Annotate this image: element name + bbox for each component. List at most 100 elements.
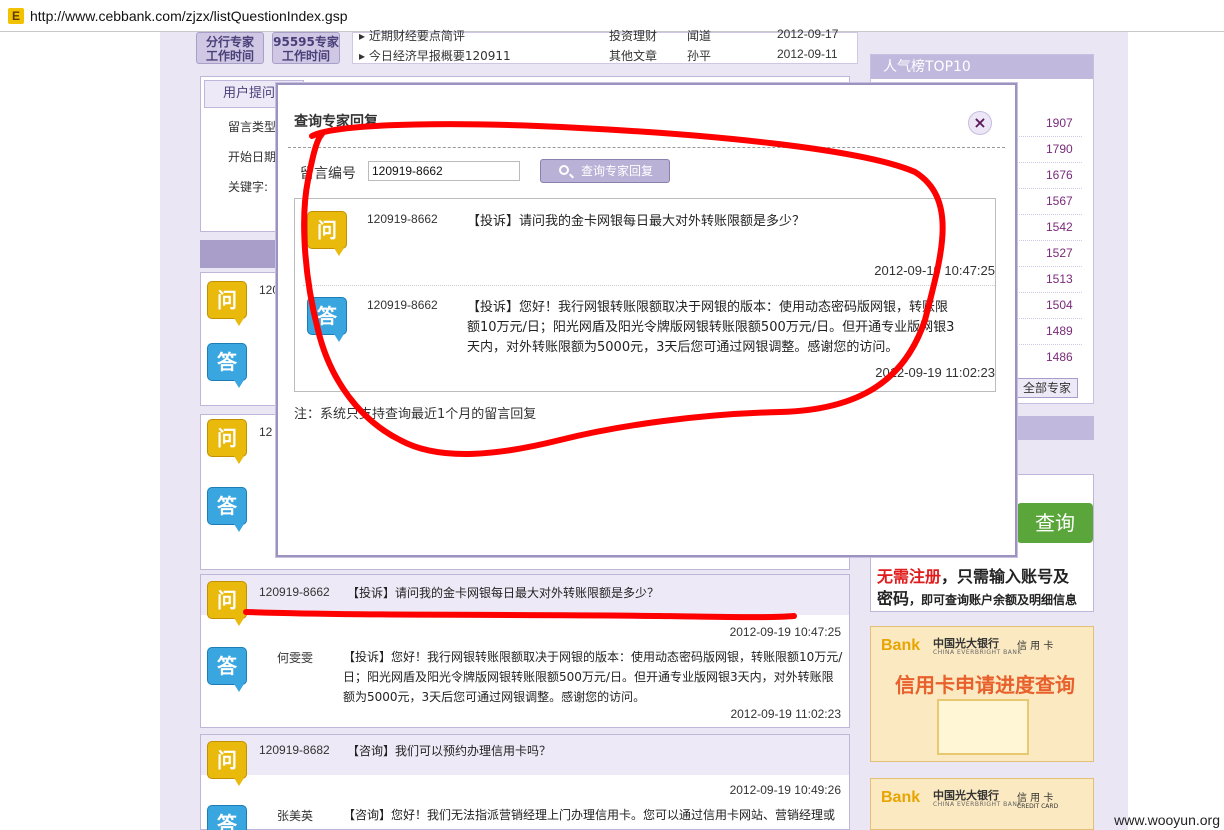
message-no-input[interactable]	[368, 161, 520, 181]
question-id: 120919-8682	[259, 743, 330, 757]
question-text[interactable]: 【咨询】我们可以预约办理信用卡吗？	[347, 742, 551, 759]
branch-expert-hours-label: 分行专家 工作时间	[205, 35, 254, 63]
bank-name-en: CHINA EVERBRIGHT BANK	[933, 801, 1022, 808]
top10-separator	[1016, 266, 1082, 267]
top10-value: 1790	[1046, 142, 1073, 156]
modal-note: 注：系统只支持查询最近1个月的留言回复	[294, 407, 537, 422]
screen-illustration	[937, 699, 1029, 755]
news-item-1[interactable]: ▸ 近期财经要点简评	[359, 27, 465, 44]
question-icon: 问	[207, 419, 247, 464]
question-text[interactable]: 【投诉】请问我的金卡网银每日最大对外转账限额是多少？	[347, 584, 659, 601]
answer-icon: 答	[207, 805, 247, 830]
url-text[interactable]: http://www.cebbank.com/zjzx/listQuestion…	[30, 8, 347, 24]
ad-no-register: 无需注册	[877, 567, 942, 586]
question-id: 120919-8662	[259, 585, 330, 599]
question-icon: 问	[207, 741, 247, 786]
answer-icon: 答	[207, 647, 247, 692]
ad-line-1: 无需注册，只需输入账号及	[877, 563, 1069, 587]
answer-icon: 答	[307, 297, 347, 342]
site-favicon-icon: E	[8, 7, 24, 24]
top10-separator	[1016, 240, 1082, 241]
question-time: 2012-09-19 10:47:25	[729, 625, 841, 639]
top10-separator	[1016, 188, 1082, 189]
answerer-name: 张美英	[277, 809, 314, 823]
top10-value: 1676	[1046, 168, 1073, 182]
top10-title: 人气榜TOP10	[871, 55, 1093, 79]
left-margin	[0, 32, 160, 830]
search-icon	[559, 165, 569, 175]
news-category: 投资理财	[609, 29, 658, 43]
news-author: 闻道	[687, 29, 712, 43]
result-divider	[303, 285, 995, 286]
top10-separator	[1016, 318, 1082, 319]
answer-text: 【咨询】您好！我们无法指派营销经理上门办理信用卡。您可以通过信用卡网站、营销经理…	[343, 808, 836, 822]
question-card: 问 120919-8682 【咨询】我们可以预约办理信用卡吗？ 2012-09-…	[200, 734, 850, 830]
watermark: www.wooyun.org	[1114, 812, 1220, 828]
all-experts-button[interactable]: 全部专家	[1016, 378, 1078, 398]
answerer-name: 何雯雯	[277, 651, 314, 665]
result-answer-line-2: 额10万元/日；阳光网盾及阳光令牌版网银转账限额500万元/日。但开通专业版网银…	[467, 320, 955, 335]
news-title[interactable]: 近期财经要点简评	[369, 29, 465, 43]
news-item-2[interactable]: ▸ 今日经济早报概要120911	[359, 47, 511, 64]
card-progress-title: 信用卡申请进度查询	[895, 673, 1075, 697]
query-expert-reply-button[interactable]: 查询专家回复	[540, 159, 670, 183]
top10-separator	[1016, 136, 1082, 137]
top10-value: 1907	[1046, 116, 1073, 130]
news-date: 2012-09-11	[777, 47, 838, 61]
message-no-label: 留言编号	[300, 166, 356, 182]
result-question-id: 120919-8662	[367, 212, 438, 226]
top10-separator	[1016, 292, 1082, 293]
top10-value: 1542	[1046, 220, 1073, 234]
query-badge: 查询	[1017, 503, 1093, 543]
card-label: 信 用 卡	[1017, 641, 1054, 652]
query-button-label: 查询专家回复	[581, 164, 654, 178]
start-date-label: 开始日期	[228, 150, 277, 164]
right-margin	[1128, 32, 1224, 830]
top10-value: 1504	[1046, 298, 1073, 312]
result-question-time: 2012-09-19 10:47:25	[874, 263, 995, 278]
card-label-en: CREDIT CARD	[1017, 803, 1059, 810]
top10-value: 1489	[1046, 324, 1073, 338]
question-id: 12	[259, 425, 273, 439]
type-label: 留言类型	[228, 120, 277, 134]
question-icon: 问	[307, 211, 347, 256]
top10-value: 1567	[1046, 194, 1073, 208]
question-icon: 问	[207, 581, 247, 626]
expert-reply-modal: 查询专家回复 × 留言编号 查询专家回复 问 120919-8662 【投诉】请…	[276, 83, 1017, 557]
keyword-label: 关键字:	[228, 180, 269, 194]
hotline-expert-hours-button[interactable]: 95595专家 工作时间	[272, 32, 340, 64]
news-author: 孙平	[687, 49, 712, 63]
title-divider	[288, 147, 1005, 148]
bank-logo: Bank	[881, 789, 920, 807]
bank-logo: Bank	[881, 637, 920, 655]
hotline-expert-hours-label: 95595专家 工作时间	[273, 35, 339, 63]
top10-value: 1513	[1046, 272, 1073, 286]
logo-text: Bank	[881, 637, 921, 654]
result-answer-id: 120919-8662	[367, 298, 438, 312]
answer-icon: 答	[207, 487, 247, 532]
news-list: ▸ 近期财经要点简评 投资理财 闻道 2012-09-17 ▸ 今日经济早报概要…	[352, 27, 858, 64]
result-answer-line-3: 天内，对外转账限额为5000元，3天后您可通过网银调整。感谢您的访问。	[467, 340, 899, 355]
result-answer-line-1: 【投诉】您好！我行网银转账限额取决于网银的版本：使用动态密码版网银，转账限	[467, 300, 949, 315]
ad-line-2: 密码，即可查询账户余额及明细信息	[877, 585, 1077, 609]
close-icon[interactable]: ×	[968, 111, 992, 135]
credit-card-ad-2[interactable]: Bank 中国光大银行 CHINA EVERBRIGHT BANK 信 用 卡 …	[870, 778, 1094, 830]
news-title[interactable]: 今日经济早报概要120911	[369, 49, 511, 63]
modal-title: 查询专家回复	[294, 114, 378, 130]
question-card: 问 120919-8662 【投诉】请问我的金卡网银每日最大对外转账限额是多少？…	[200, 574, 850, 728]
credit-card-progress-ad[interactable]: Bank 中国光大银行 CHINA EVERBRIGHT BANK 信 用 卡 …	[870, 626, 1094, 762]
card-label: 信 用 卡	[1017, 793, 1054, 804]
branch-expert-hours-button[interactable]: 分行专家 工作时间	[196, 32, 264, 64]
ad-line2-small: ，即可查询账户余额及明细信息	[909, 593, 1078, 607]
reply-result-box: 问 120919-8662 【投诉】请问我的金卡网银每日最大对外转账限额是多少？…	[294, 198, 996, 392]
top10-separator	[1016, 162, 1082, 163]
top10-value: 1527	[1046, 246, 1073, 260]
ad-password: 密码	[877, 589, 910, 608]
result-question-text: 【投诉】请问我的金卡网银每日最大对外转账限额是多少？	[467, 214, 806, 229]
news-date: 2012-09-17	[777, 27, 839, 41]
question-icon: 问	[207, 281, 247, 326]
answer-text: 【投诉】您好！我行网银转账限额取决于网银的版本：使用动态密码版网银，转账限额10…	[343, 650, 843, 704]
bank-name-en: CHINA EVERBRIGHT BANK	[933, 649, 1022, 656]
answer-icon: 答	[207, 343, 247, 388]
question-time: 2012-09-19 10:49:26	[729, 783, 841, 797]
